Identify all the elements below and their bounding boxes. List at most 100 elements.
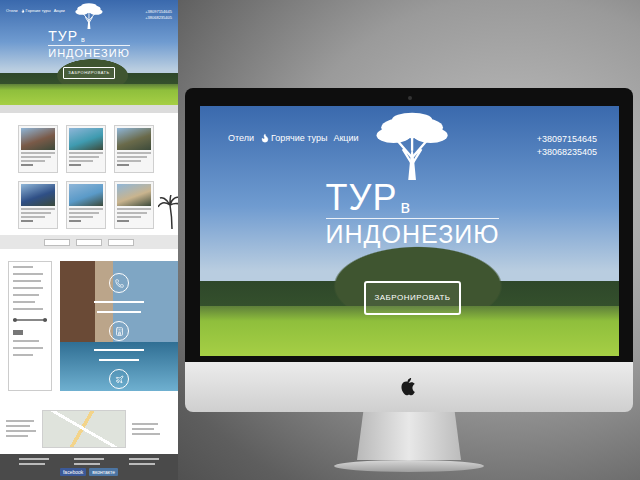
slider-knob[interactable]: [43, 318, 47, 322]
text-line: [69, 156, 99, 158]
pool-photo: [60, 261, 178, 391]
search-form: [8, 261, 52, 391]
filter-button[interactable]: [108, 239, 134, 246]
imac-chin: [185, 362, 633, 412]
text-line: [69, 152, 103, 154]
text-line: [13, 280, 41, 282]
map[interactable]: [42, 410, 126, 448]
logo-top: ТУР: [48, 29, 78, 43]
text-line: [117, 160, 141, 162]
price-slider[interactable]: [13, 319, 47, 321]
text-line: [6, 435, 28, 437]
nav-menu: ОтелиГорячие турыАкции: [6, 9, 74, 14]
text-line: [69, 164, 81, 166]
text-line: [129, 463, 155, 465]
hotel-card[interactable]: [18, 125, 58, 173]
hotels-section: [0, 113, 178, 235]
text-line: [132, 433, 160, 435]
plane-circle: [109, 369, 129, 389]
imac-base: [334, 460, 484, 472]
hotel-photo: [21, 184, 55, 206]
hotel-photo: [117, 184, 151, 206]
camera: [408, 96, 412, 100]
text-line: [13, 354, 33, 356]
logo-rule: [48, 45, 130, 46]
slider-knob[interactable]: [13, 318, 17, 322]
nav-item[interactable]: Акции: [54, 9, 65, 14]
hotel-card[interactable]: [66, 125, 106, 173]
footer: facebookвконтакте: [0, 399, 178, 480]
text-line: [19, 463, 45, 465]
nav-menu: Отели Горячие туры Акции: [228, 133, 373, 144]
text-line: [117, 216, 141, 218]
text-line: [94, 301, 144, 303]
text-line: [21, 216, 45, 218]
phone-number[interactable]: +38097154645: [537, 133, 597, 146]
text-line: [13, 294, 39, 296]
text-line: [117, 220, 129, 222]
text-line: [21, 152, 55, 154]
plane-icon: [115, 375, 124, 384]
booking-section: [0, 249, 178, 399]
logo-small: в: [400, 198, 410, 216]
text-line: [21, 164, 33, 166]
hotel-card[interactable]: [114, 125, 154, 173]
logo-top: ТУР: [326, 180, 398, 216]
text-line: [117, 212, 147, 214]
logo-bottom: ИНДОНЕЗИЮ: [48, 48, 130, 60]
text-line: [21, 208, 55, 210]
nav-item[interactable]: Горячие туры: [260, 133, 327, 144]
text-line: [117, 208, 151, 210]
text-line: [6, 430, 36, 432]
hotel-photo: [117, 128, 151, 150]
search-button[interactable]: [13, 330, 23, 335]
tree-logo-icon: [373, 112, 451, 180]
book-button[interactable]: ЗАБРОНИРОВАТЬ: [364, 281, 460, 315]
text-line: [132, 428, 154, 430]
hotel-card[interactable]: [66, 181, 106, 229]
book-button[interactable]: ЗАБРОНИРОВАТЬ: [63, 67, 114, 80]
social-button[interactable]: вконтакте: [89, 468, 118, 476]
nav-item[interactable]: Акции: [333, 133, 358, 144]
text-line: [13, 273, 43, 275]
hero: ОтелиГорячие турыАкции +38097154645+38068…: [0, 0, 178, 105]
hotel-photo: [69, 128, 103, 150]
filter-button[interactable]: [76, 239, 102, 246]
footer-strip: facebookвконтакте: [0, 454, 178, 480]
social-button[interactable]: facebook: [60, 468, 86, 476]
buttons-row: [0, 235, 178, 249]
text-line: [13, 308, 43, 310]
text-line: [74, 463, 100, 465]
text-line: [21, 212, 51, 214]
nav-item[interactable]: Горячие туры: [21, 9, 51, 14]
text-line: [6, 425, 30, 427]
text-line: [69, 208, 103, 210]
tree-logo-icon: [74, 3, 104, 29]
phone-number[interactable]: +38068235405: [537, 146, 597, 159]
apple-logo-icon: [400, 377, 418, 397]
phone-circle: [109, 273, 129, 293]
nav-item[interactable]: Отели: [6, 9, 18, 14]
imac-screen: Отели Горячие туры Акции +38097154645+38068…: [200, 106, 619, 356]
imac-frame: Отели Горячие туры Акции +38097154645+38068…: [185, 88, 633, 362]
logo-small: в: [81, 36, 85, 43]
filter-button[interactable]: [44, 239, 70, 246]
phone-number[interactable]: +38068235405: [145, 15, 172, 21]
logo-bottom: ИНДОНЕЗИЮ: [326, 221, 500, 247]
hotel-card[interactable]: [18, 181, 58, 229]
text-line: [99, 359, 139, 361]
hero: Отели Горячие туры Акции +38097154645+38068…: [200, 106, 619, 356]
site-logo: ТУРв ИНДОНЕЗИЮ: [48, 29, 130, 60]
phone-icon: [115, 279, 124, 288]
phones: +38097154645+38068235405: [104, 9, 172, 21]
hotel-circle: [109, 321, 129, 341]
nav-item[interactable]: Отели: [228, 133, 254, 144]
phone-number[interactable]: +38097154645: [145, 9, 172, 15]
hotel-card[interactable]: [114, 181, 154, 229]
text-line: [19, 458, 49, 460]
hotel-icon: [115, 327, 124, 336]
text-line: [117, 152, 151, 154]
text-line: [13, 287, 43, 289]
hotel-photo: [69, 184, 103, 206]
text-line: [117, 164, 129, 166]
